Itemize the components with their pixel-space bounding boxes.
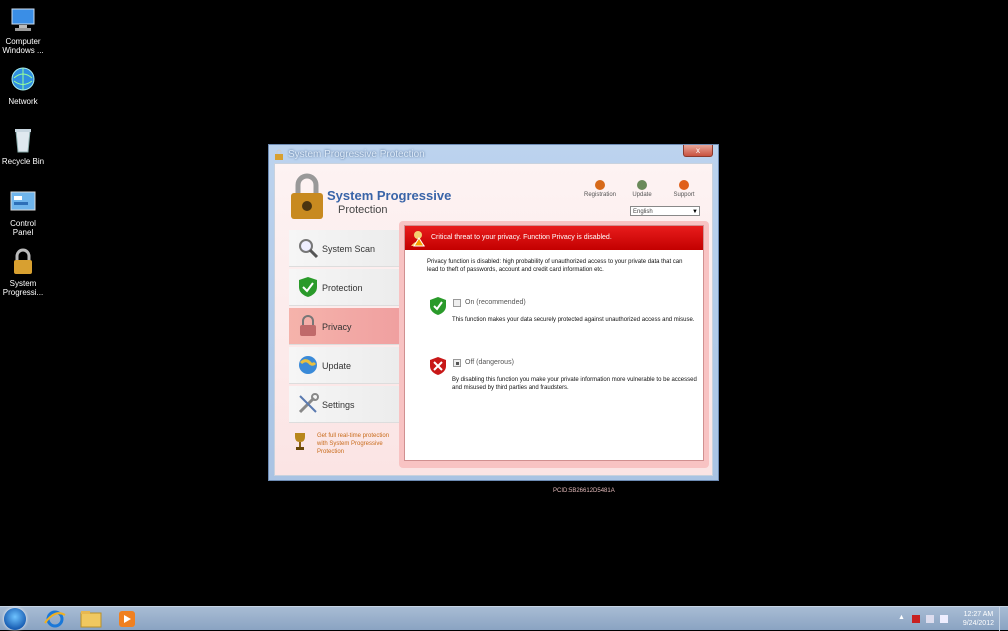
show-desktop-button[interactable] (999, 607, 1008, 631)
link-label: Support (673, 192, 695, 198)
nav-label: Privacy (322, 322, 352, 332)
nav-label: Settings (322, 400, 355, 410)
globe-icon (9, 66, 37, 94)
desktop-icon-label: Network (8, 97, 38, 106)
shield-check-icon (429, 296, 447, 316)
internet-explorer-icon (44, 610, 66, 628)
clock-date: 9/24/2012 (962, 620, 994, 627)
shield-x-icon (429, 356, 447, 376)
recycle-bin-icon (9, 126, 37, 154)
desktop-icon-recycle-bin[interactable]: Recycle Bin (0, 126, 46, 166)
privacy-panel: Critical threat to your privacy. Functio… (399, 221, 709, 468)
privacy-description: Privacy function is disabled: high proba… (427, 259, 683, 273)
title-bar[interactable]: System Progressive Protection x (269, 145, 718, 163)
media-player-icon (119, 611, 135, 627)
action-center-icon[interactable] (912, 615, 920, 623)
chevron-up-icon[interactable]: ▲ (898, 614, 906, 622)
folder-icon (80, 611, 102, 628)
off-option-label[interactable]: Off (dangerous) (465, 359, 514, 366)
start-button[interactable] (4, 608, 26, 630)
off-radio[interactable] (453, 359, 461, 367)
desktop-icon-system-progressive[interactable]: System Progressi... (0, 248, 46, 297)
on-radio[interactable] (453, 299, 461, 307)
desktop-icon-label: Recycle Bin (1, 157, 45, 166)
update-link[interactable]: Update (624, 180, 660, 198)
control-panel-icon (9, 188, 37, 216)
close-button[interactable]: x (683, 145, 713, 157)
update-icon (637, 180, 647, 190)
nav-label: Update (322, 361, 352, 371)
padlock-icon (297, 315, 319, 337)
magnifier-icon (297, 237, 319, 259)
system-tray: ▲ 12:27 AM 9/24/2012 (898, 607, 1008, 631)
support-link[interactable]: Support (666, 180, 702, 198)
alert-message: Critical threat to your privacy. Functio… (431, 234, 612, 241)
chevron-down-icon: ▼ (692, 209, 698, 215)
padlock-icon (274, 149, 284, 160)
privacy-content: Critical threat to your privacy. Functio… (404, 225, 704, 461)
desktop-icon-control-panel[interactable]: Control Panel (0, 188, 46, 237)
pc-id: PCID:5B26612D5481A (553, 488, 615, 494)
window-client: System Progressive Protection Registrati… (274, 163, 713, 494)
shield-check-icon (297, 276, 319, 298)
app-window: System Progressive Protection x System P… (268, 144, 719, 494)
window-title: System Progressive Protection (288, 149, 425, 160)
nav-settings[interactable]: Settings (289, 386, 399, 423)
nav-label: System Scan (322, 244, 376, 254)
promo-text[interactable]: Get full real-time protection with Syste… (317, 432, 397, 456)
clock-time: 12:27 AM (963, 611, 994, 618)
nav-label: Protection (322, 283, 363, 293)
link-label: Update (632, 192, 652, 198)
on-option-description: This function makes your data securely p… (452, 317, 695, 323)
registration-link[interactable]: Registration (582, 180, 618, 198)
warning-user-icon (409, 229, 427, 247)
globe-icon (297, 354, 319, 376)
network-icon[interactable] (926, 615, 934, 623)
desktop-icon-label: Control Panel (10, 219, 36, 237)
off-option-description: By disabling this function you make your… (452, 377, 697, 391)
language-value: English (633, 209, 653, 215)
support-icon (679, 180, 689, 190)
alert-bar: Critical threat to your privacy. Functio… (405, 226, 703, 250)
language-select[interactable]: English ▼ (630, 206, 700, 216)
media-player-button[interactable] (114, 609, 140, 629)
volume-icon[interactable] (940, 615, 948, 623)
nav-protection[interactable]: Protection (289, 269, 399, 306)
nav-system-scan[interactable]: System Scan (289, 230, 399, 267)
padlock-icon (289, 173, 325, 221)
trophy-icon (293, 431, 307, 451)
desktop-icon-network[interactable]: Network (0, 66, 46, 106)
padlock-icon (9, 248, 37, 276)
desktop-icon-computer[interactable]: Computer Windows ... (0, 6, 46, 55)
on-option-label[interactable]: On (recommended) (465, 299, 526, 306)
tools-icon (297, 393, 319, 415)
taskbar: ▲ 12:27 AM 9/24/2012 (0, 606, 1008, 631)
clock[interactable]: 12:27 AM 9/24/2012 (963, 610, 994, 628)
internet-explorer-button[interactable] (42, 609, 68, 629)
nav-privacy[interactable]: Privacy (289, 308, 399, 345)
logo-subtitle: Protection (338, 204, 388, 216)
computer-icon (9, 6, 37, 34)
explorer-button[interactable] (78, 609, 104, 629)
desktop-icon-label: Computer Windows ... (2, 37, 44, 55)
logo-title: System Progressive (327, 188, 452, 203)
registration-icon (595, 180, 605, 190)
desktop-icon-label: System Progressi... (2, 279, 44, 297)
nav-update[interactable]: Update (289, 347, 399, 384)
link-label: Registration (583, 192, 616, 198)
